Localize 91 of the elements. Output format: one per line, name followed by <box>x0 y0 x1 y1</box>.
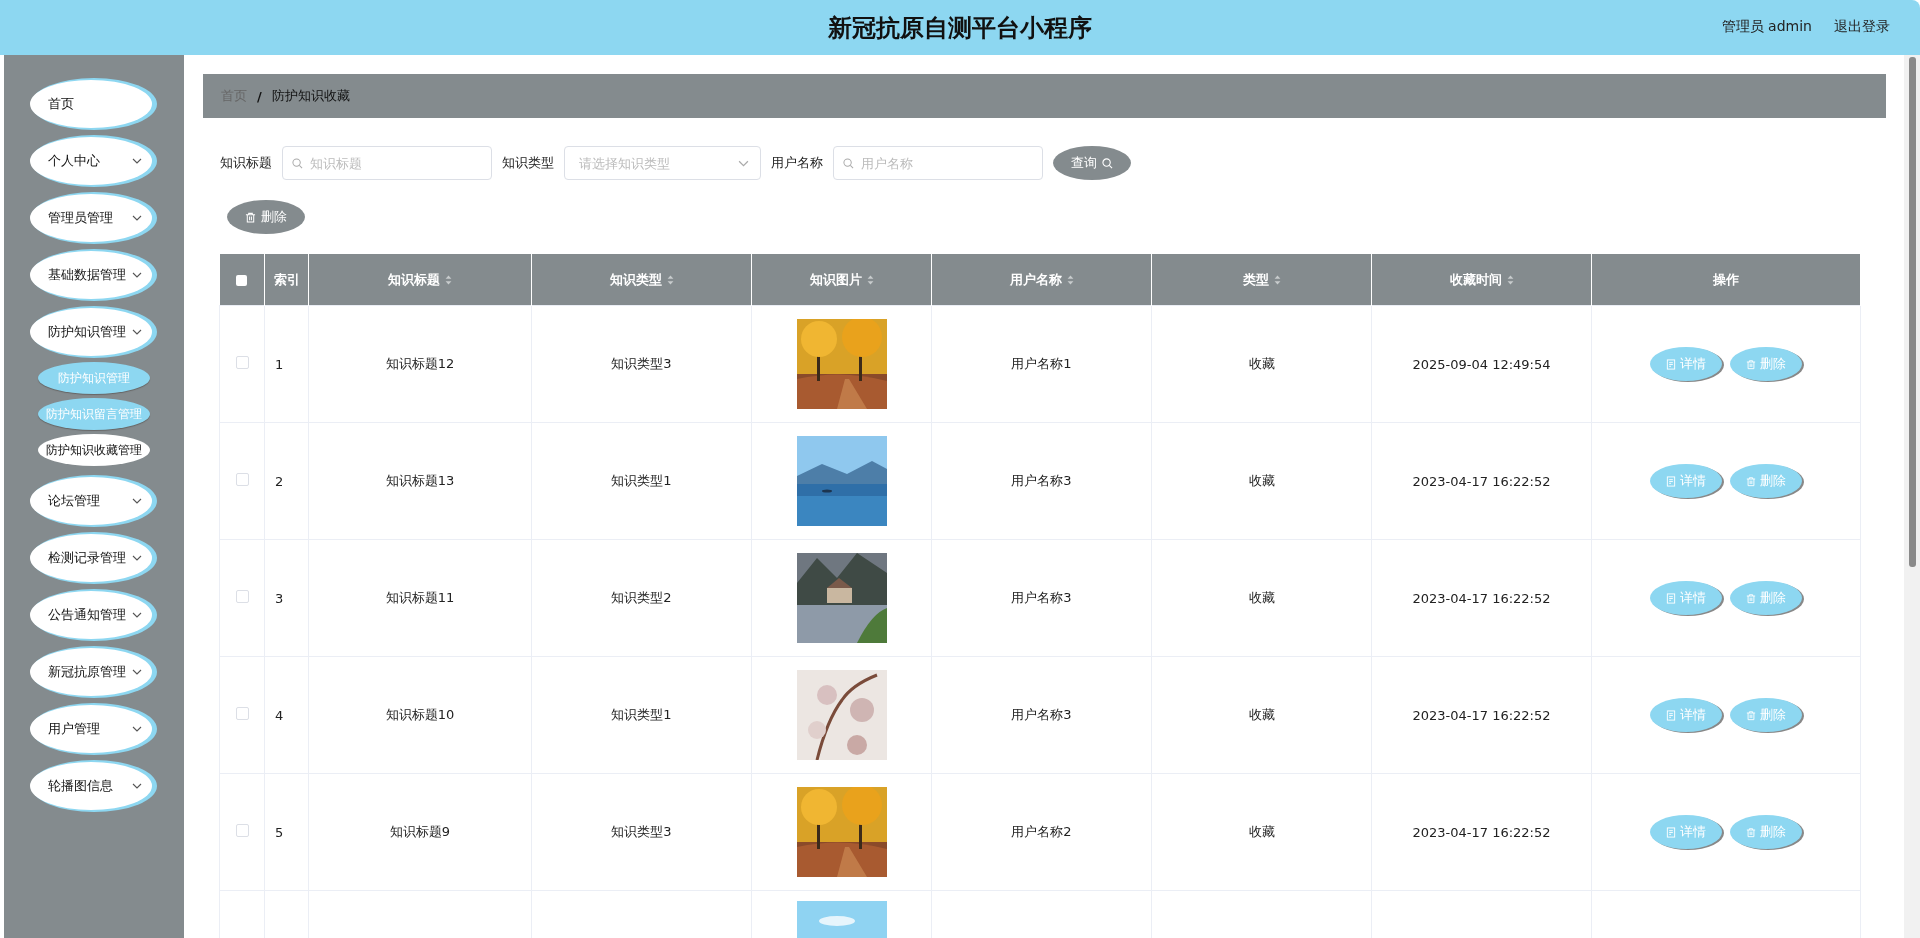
table-cell: 知识标题9 <box>308 773 532 891</box>
table-cell: 收藏 <box>1151 422 1372 540</box>
chevron-icon <box>132 555 142 561</box>
delete-button[interactable]: 删除 <box>227 200 305 234</box>
chevron-icon <box>132 612 142 618</box>
search-icon <box>1102 157 1113 169</box>
table-cell: 用户名称3 <box>931 539 1152 657</box>
table-cell: 知识标题13 <box>308 422 532 540</box>
table-cell: 2025-09-04 12:49:54 <box>1371 305 1592 423</box>
table-cell: 2 <box>264 422 309 540</box>
table-cell: 知识类型3 <box>531 305 752 423</box>
column-header: 知识图片 <box>751 254 932 306</box>
document-icon <box>1666 592 1676 604</box>
select-all-checkbox[interactable] <box>236 275 248 286</box>
column-header: 索引 <box>264 254 309 306</box>
column-header: 收藏时间 <box>1371 254 1592 306</box>
chevron-icon <box>132 215 142 221</box>
table-cell: 知识标题10 <box>308 656 532 774</box>
row-checkbox[interactable] <box>235 473 249 486</box>
trash-icon <box>1746 592 1756 604</box>
trash-icon <box>1746 475 1756 487</box>
document-icon <box>1666 826 1676 838</box>
user-label: 管理员 admin <box>1721 18 1812 36</box>
table-cell: 4 <box>264 656 309 774</box>
filter-label: 用户名称 <box>771 154 823 172</box>
table-cell: 2023-04-17 16:22:52 <box>1371 656 1592 774</box>
chevron-icon <box>132 158 142 164</box>
sort-icon[interactable] <box>866 275 874 285</box>
document-icon <box>1666 475 1676 487</box>
table-cell: 用户名称3 <box>931 656 1152 774</box>
table-cell: 知识类型1 <box>531 422 752 540</box>
table-cell: 1 <box>264 305 309 423</box>
document-icon <box>1666 358 1676 370</box>
chevron-icon <box>132 726 142 732</box>
sort-icon[interactable] <box>1506 275 1514 285</box>
table-cell: 收藏 <box>1151 773 1372 891</box>
trash-icon <box>1746 709 1756 721</box>
filter-label: 知识标题 <box>220 154 272 172</box>
chevron-icon <box>132 783 142 789</box>
row-checkbox[interactable] <box>235 590 249 603</box>
column-header: 操作 <box>1591 254 1861 306</box>
table-cell: 知识类型2 <box>531 539 752 657</box>
search-field[interactable]: 用户名称 <box>833 146 1043 180</box>
breadcrumb-separator: / <box>257 88 262 104</box>
sort-icon[interactable] <box>445 275 452 285</box>
trash-icon <box>245 211 256 223</box>
table-cell: 2023-04-17 16:22:52 <box>1371 539 1592 657</box>
filter-label: 知识类型 <box>502 154 554 172</box>
submenu-item[interactable]: 防护知识收藏管理 <box>38 434 150 466</box>
table-cell: 2023-04-17 16:22:52 <box>1371 773 1592 891</box>
table-cell: 2023-04-17 16:22:52 <box>1371 422 1592 540</box>
logout-link[interactable]: 退出登录 <box>1834 18 1890 36</box>
column-header: 知识标题 <box>308 254 532 306</box>
table-cell: 用户名称3 <box>931 422 1152 540</box>
row-checkbox[interactable] <box>235 824 249 837</box>
table-cell: 用户名称1 <box>931 305 1152 423</box>
sort-icon[interactable] <box>666 275 674 285</box>
chevron-icon <box>738 160 749 167</box>
row-checkbox[interactable] <box>235 356 249 369</box>
search-icon <box>843 158 854 169</box>
chevron-icon <box>132 272 142 278</box>
table-cell: 用户名称2 <box>931 773 1152 891</box>
table-cell: 知识标题12 <box>308 305 532 423</box>
table-cell: 收藏 <box>1151 305 1372 423</box>
sort-icon[interactable] <box>1273 275 1281 285</box>
document-icon <box>1666 709 1676 721</box>
table-cell: 知识标题11 <box>308 539 532 657</box>
chevron-icon <box>132 498 142 504</box>
search-button[interactable]: 查询 <box>1053 146 1131 180</box>
breadcrumb-link[interactable]: 防护知识收藏 <box>271 87 350 105</box>
search-icon <box>292 158 303 169</box>
chevron-icon <box>132 669 142 675</box>
table-cell: 5 <box>264 773 309 891</box>
table-cell: 知识类型1 <box>531 656 752 774</box>
table-cell: 知识类型3 <box>531 773 752 891</box>
scrollbar[interactable] <box>1904 55 1920 938</box>
row-checkbox[interactable] <box>235 707 249 720</box>
search-field[interactable]: 知识标题 <box>282 146 492 180</box>
column-header: 用户名称 <box>931 254 1152 306</box>
column-header: 知识类型 <box>531 254 752 306</box>
table-cell: 收藏 <box>1151 656 1372 774</box>
table-cell: 3 <box>264 539 309 657</box>
select-field[interactable]: 请选择知识类型 <box>564 146 761 180</box>
chevron-icon <box>132 329 142 335</box>
app-title: 新冠抗原自测平台小程序 <box>828 12 1092 44</box>
trash-icon <box>1746 826 1756 838</box>
trash-icon <box>1746 358 1756 370</box>
table-cell: 收藏 <box>1151 539 1372 657</box>
scrollbar-thumb[interactable] <box>1909 57 1916 567</box>
sort-icon[interactable] <box>1066 275 1074 285</box>
column-header: 类型 <box>1151 254 1372 306</box>
